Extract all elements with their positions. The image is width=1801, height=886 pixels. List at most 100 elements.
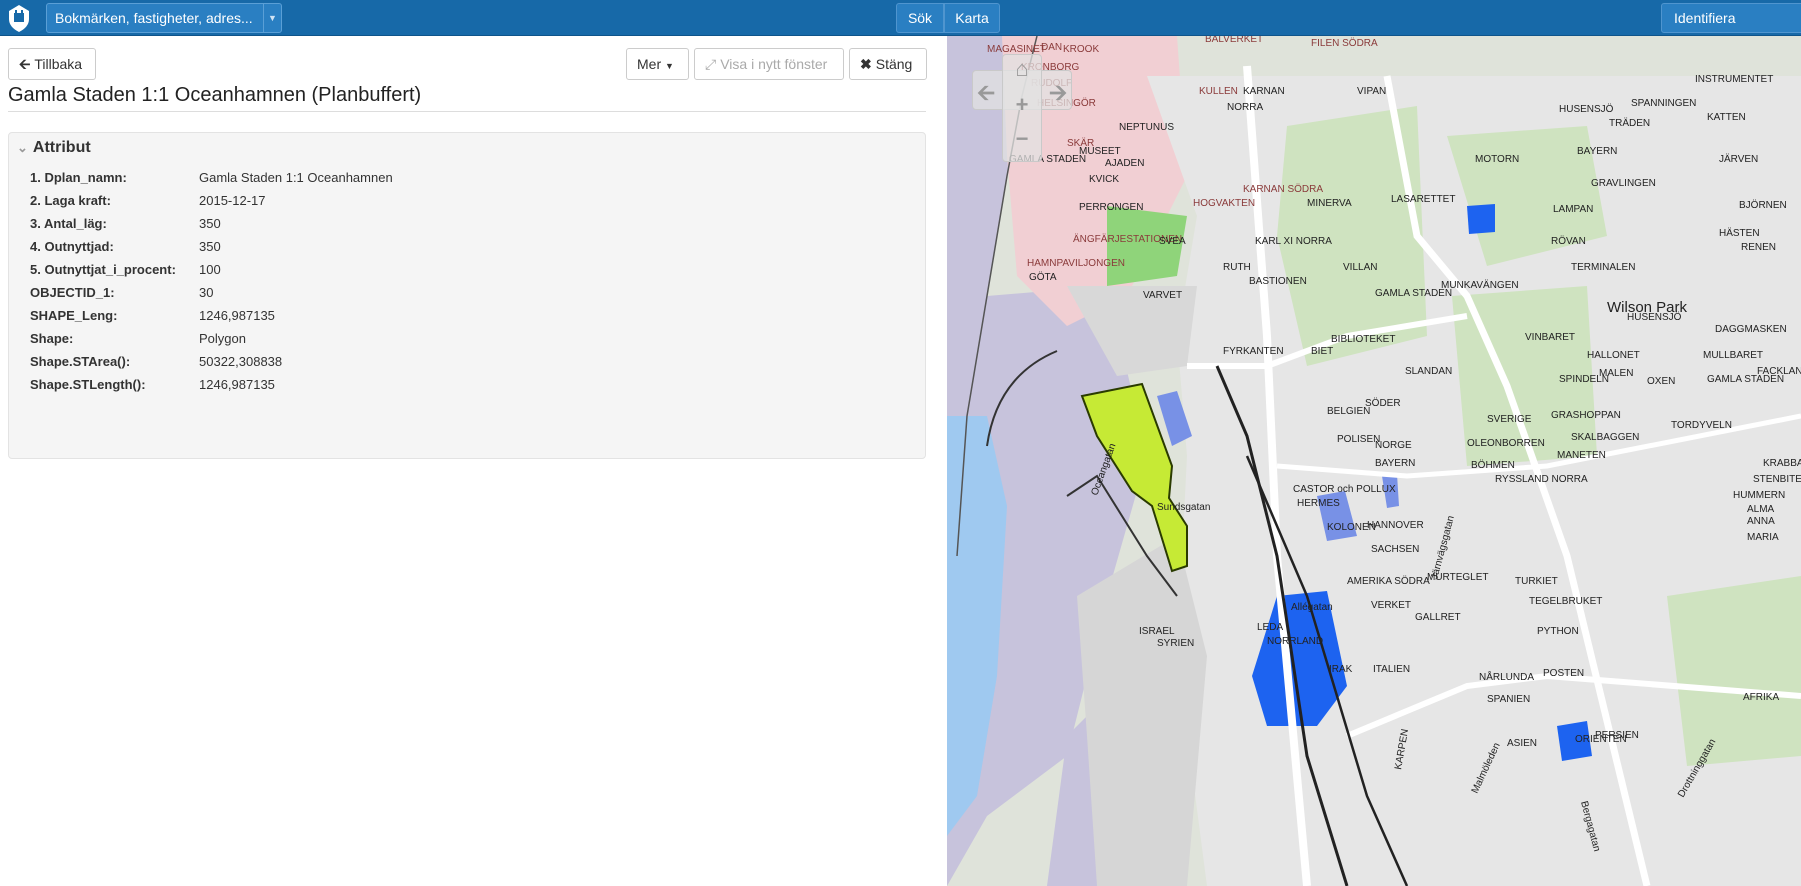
map-label: RENEN [1741,242,1776,253]
attribute-key: 3. Antal_läg: [30,216,107,231]
attribute-key: Shape.STLength(): [30,377,146,392]
arrow-left-icon: 🡨 [19,56,31,72]
map-label: HALLONET [1587,350,1640,361]
attribute-value: Polygon [199,331,246,346]
map-label: GRASHOPPAN [1551,410,1621,421]
map-label: NEPTUNUS [1119,122,1174,133]
map-navigation-controls: 🡨 🡪 ⌂ + − [972,54,1072,162]
pan-right-icon[interactable]: 🡪 [1047,76,1069,114]
map-label: FILEN SÖDRA [1311,37,1378,49]
search-mode-button[interactable]: Sök [896,3,944,33]
map-label: CASTOR och POLLUX [1293,484,1396,495]
map-label: GRAVLINGEN [1591,178,1656,189]
map-label: SVEA [1159,236,1186,247]
map-label: NORRLAND [1267,636,1323,647]
map-label: VILLAN [1343,262,1377,273]
attribute-value: 350 [199,239,221,254]
map-label: HAMNPAVILJONGEN [1027,258,1125,269]
close-button[interactable]: ✖ Stäng [849,48,927,80]
helsingborg-crest-logo[interactable] [4,2,34,34]
map-label: TERMINALEN [1571,262,1635,273]
feature-info-panel: 🡨 Tillbaka Mer ▼ ⤢ Visa i nytt fönster ✖ St… [0,36,946,886]
map-label: BIET [1311,346,1333,357]
map-label: ALMA [1747,504,1775,515]
attribute-key: Shape.STArea(): [30,354,131,369]
close-button-label: Stäng [875,56,913,72]
more-dropdown-button[interactable]: Mer ▼ [626,48,689,80]
map-mode-button[interactable]: Karta [944,3,1000,33]
pan-left-icon[interactable]: 🡨 [975,76,997,114]
map-label: VARVET [1143,290,1182,301]
map-label: LAMPAN [1553,204,1593,215]
chevron-down-icon[interactable]: ▼ [263,4,281,32]
map-label: HOGVAKTEN [1193,198,1255,209]
map-label: SPANIEN [1487,694,1530,705]
map-label: KULLEN [1199,86,1238,97]
map-label: TURKIET [1515,576,1558,587]
attribute-value: 1246,987135 [199,377,275,392]
map-label: BÖHMEN [1471,459,1515,471]
open-new-window-label: Visa i nytt fönster [720,56,828,72]
chevron-down-icon: ⌄ [17,140,28,155]
attribute-heading: Attribut [32,139,91,156]
home-icon[interactable]: ⌂ [1002,56,1042,82]
search-combobox[interactable]: Bokmärken, fastigheter, adres... ▼ [46,3,282,33]
map-label: TORDYVELN [1671,420,1732,431]
map-label: HUSENSJÖ [1559,103,1614,115]
map-canvas[interactable]: MAGASINET DAN KROOK BALVERKET FILEN SÖDRA KRO… [947,36,1801,886]
map-label: FACKLAN [1757,366,1801,377]
expand-arrows-icon: ⤢ [705,56,717,72]
map-label: Allégatan [1291,602,1333,613]
map-label: GALLRET [1415,612,1461,623]
map-label: SYRIEN [1157,638,1194,649]
attribute-key: 2. Laga kraft: [30,193,111,208]
attribute-value: 350 [199,216,221,231]
map-label: ITALIEN [1373,664,1410,675]
map-label: GÖTA [1029,271,1057,283]
zoom-out-icon[interactable]: − [1002,126,1042,152]
map-label: PERRONGEN [1079,202,1143,213]
identify-button[interactable]: Identifiera [1661,3,1801,33]
attribute-key: OBJECTID_1: [30,285,115,300]
map-label: NORRA [1227,102,1263,113]
map-label: SACHSEN [1371,544,1419,555]
map-label: OXEN [1647,376,1675,387]
map-label: FYRKANTEN [1223,346,1284,357]
open-in-new-window-button[interactable]: ⤢ Visa i nytt fönster [694,48,844,80]
map-label: BAYERN [1375,458,1415,469]
search-input[interactable]: Bokmärken, fastigheter, adres... [47,4,263,32]
map-label: DAGGMASKEN [1715,324,1787,335]
map-label: BASTIONEN [1249,276,1307,287]
attribute-section-toggle[interactable]: ⌄ Attribut [17,139,91,157]
attribute-value: Gamla Staden 1:1 Oceanhamnen [199,170,393,185]
map-label: HANNOVER [1367,520,1424,531]
map-label: BALVERKET [1205,36,1263,45]
attribute-key: 4. Outnyttjad: [30,239,114,254]
attribute-key: SHAPE_Leng: [30,308,118,323]
map-label: NORGE [1375,440,1412,451]
attribute-section: ⌄ Attribut 1. Dplan_namn: Gamla Staden 1:1… [8,132,926,459]
map-label: IRAK [1329,664,1353,675]
map-label: MINERVA [1307,198,1352,209]
back-button-label: Tillbaka [34,56,83,72]
map-label: KRABBAN [1763,458,1801,469]
map-label: MULLBARET [1703,350,1763,361]
map-label: RUTH [1223,262,1251,273]
map-label: DAN [1041,42,1062,53]
close-icon: ✖ [860,56,872,72]
map-label: SPINDELN [1559,374,1609,385]
attribute-value: 50322,308838 [199,354,283,369]
zoom-in-icon[interactable]: + [1002,92,1042,118]
back-button[interactable]: 🡨 Tillbaka [8,48,96,80]
map-label: HERMES [1297,498,1340,509]
map-label: Wilson Park [1607,299,1688,316]
attribute-key: Shape: [30,331,74,346]
map-label: JÄRVEN [1719,153,1758,165]
top-navbar: Bokmärken, fastigheter, adres... ▼ Sök K… [0,0,1801,36]
map-label: VERKET [1371,600,1411,611]
map-label: AJADEN [1105,158,1144,169]
title-divider [8,111,926,112]
map-label: TEGELBRUKET [1529,596,1602,607]
map-label: TRÄDEN [1609,117,1650,129]
map-label: KARNAN [1243,86,1285,97]
